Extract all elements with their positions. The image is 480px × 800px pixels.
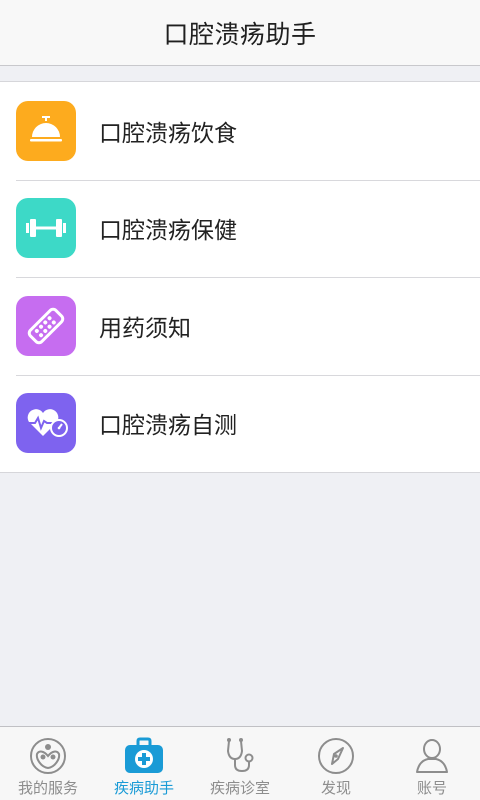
tab-my-services[interactable]: 我的服务 <box>0 727 96 800</box>
tab-disease-assistant[interactable]: 疾病助手 <box>96 727 192 800</box>
menu-item-self-test[interactable]: 口腔溃疡自测 <box>0 374 480 473</box>
service-bell-icon <box>16 100 76 161</box>
menu-item-medication[interactable]: 用药须知 <box>0 277 480 375</box>
menu-label: 口腔溃疡饮食 <box>99 120 237 147</box>
menu-label: 口腔溃疡保健 <box>99 218 237 245</box>
stethoscope-icon <box>220 736 260 776</box>
dumbbell-icon <box>16 198 76 259</box>
menu-item-care[interactable]: 口腔溃疡保健 <box>0 179 480 278</box>
tab-label: 疾病诊室 <box>209 779 270 797</box>
compass-icon <box>316 736 356 776</box>
page-title: 口腔溃疡助手 <box>163 19 317 49</box>
tab-label: 账号 <box>416 779 447 797</box>
heart-rate-icon <box>16 393 76 454</box>
tab-label: 疾病助手 <box>113 779 174 797</box>
tab-clinic[interactable]: 疾病诊室 <box>192 727 288 800</box>
tab-discover[interactable]: 发现 <box>288 727 384 800</box>
pill-icon <box>16 295 76 356</box>
menu-item-diet[interactable]: 口腔溃疡饮食 <box>0 82 480 180</box>
services-icon <box>28 736 68 776</box>
tab-bar: 我的服务 疾病助手 疾病诊室 发现 账号 <box>0 726 480 800</box>
tab-label: 发现 <box>320 779 351 797</box>
menu-label: 口腔溃疡自测 <box>99 413 237 440</box>
menu-list: 口腔溃疡饮食 口腔溃疡保健 用药须知 口腔溃疡自测 <box>0 81 480 473</box>
tab-label: 我的服务 <box>17 779 78 797</box>
menu-label: 用药须知 <box>99 315 191 342</box>
nav-bar: 口腔溃疡助手 <box>0 0 480 66</box>
medical-kit-icon <box>124 736 164 776</box>
user-icon <box>412 736 452 776</box>
tab-account[interactable]: 账号 <box>384 727 480 800</box>
